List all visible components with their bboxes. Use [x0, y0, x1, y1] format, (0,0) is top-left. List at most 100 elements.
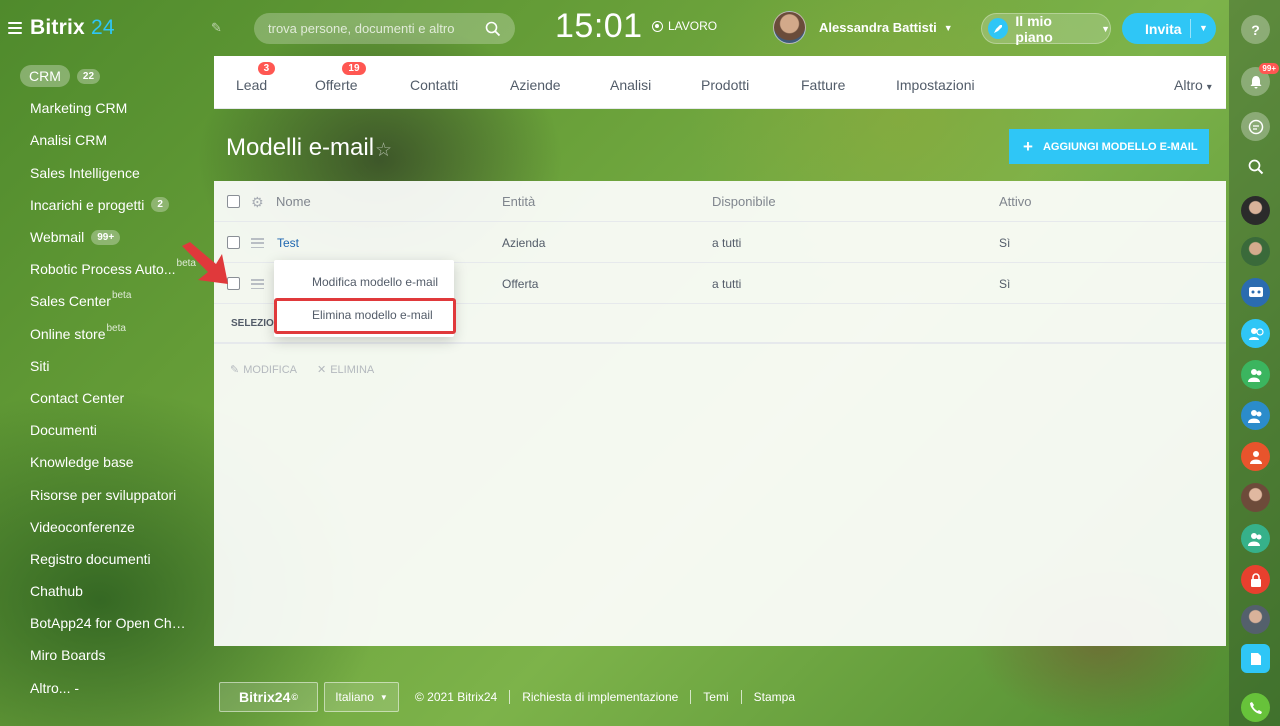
table-row[interactable]: Test Azienda a tutti Sì — [214, 222, 1226, 263]
entity-cell: Azienda — [502, 236, 546, 250]
sidebar-item[interactable]: Sales Center beta — [0, 285, 210, 317]
sidebar-item[interactable]: Marketing CRM — [0, 92, 210, 124]
delete-template-menu-item[interactable]: Elimina modello e-mail — [274, 300, 454, 330]
sidebar-item[interactable]: Sales Intelligence — [0, 157, 210, 189]
tab-item[interactable]: Contatti — [410, 77, 458, 93]
copyright-text: © 2021 Bitrix24 — [415, 690, 498, 704]
hamburger-icon[interactable] — [8, 22, 22, 34]
phone-icon[interactable] — [1241, 693, 1270, 722]
user-clock-icon[interactable] — [1241, 319, 1270, 348]
tab-item[interactable]: Prodotti — [701, 77, 749, 93]
clock[interactable]: 15:01 — [555, 7, 643, 46]
group-icon[interactable] — [1241, 401, 1270, 430]
sidebar-item[interactable]: Miro Boards — [0, 639, 210, 671]
add-email-template-button[interactable]: + AGGIUNGI MODELLO E-MAIL — [1009, 129, 1209, 164]
chevron-down-icon: ▼ — [943, 22, 953, 33]
help-icon[interactable]: ? — [1241, 15, 1270, 44]
user-icon[interactable] — [1241, 442, 1270, 471]
sidebar-item[interactable]: Registro documenti — [0, 543, 210, 575]
counter-badge: 22 — [76, 68, 101, 84]
column-entity[interactable]: Entità — [502, 194, 535, 209]
sidebar-item[interactable]: Siti — [0, 350, 210, 382]
edit-action-label: MODIFICA — [243, 363, 297, 376]
avatar[interactable] — [1241, 237, 1270, 266]
search-box[interactable] — [254, 13, 515, 44]
avatar[interactable] — [1241, 605, 1270, 634]
avatar[interactable] — [1241, 483, 1270, 512]
brand-logo[interactable]: Bitrix 24 — [30, 16, 115, 40]
file-icon[interactable] — [1241, 644, 1270, 673]
sidebar-item[interactable]: Documenti — [0, 414, 210, 446]
sidebar-item[interactable]: Chathub — [0, 575, 210, 607]
tab-item[interactable]: Altro ▾ — [1174, 77, 1212, 93]
group-chat-icon[interactable] — [1241, 278, 1270, 307]
bell-icon[interactable]: 99+ — [1241, 63, 1279, 96]
divider — [1190, 19, 1191, 38]
gear-icon[interactable]: ⚙ — [251, 194, 264, 211]
tab-item[interactable]: Analisi — [610, 77, 651, 93]
tab-item[interactable]: Lead 3 — [236, 62, 276, 93]
divider — [740, 690, 742, 704]
column-active[interactable]: Attivo — [999, 194, 1032, 209]
chevron-down-icon: ▼ — [1101, 23, 1110, 34]
sidebar-item-label: Analisi CRM — [30, 132, 108, 149]
chevron-down-icon[interactable]: ▼ — [1199, 23, 1208, 33]
themes-link[interactable]: Temi — [703, 690, 728, 704]
search-input[interactable] — [268, 21, 485, 36]
template-name-link[interactable]: Test — [277, 236, 299, 250]
sidebar-item[interactable]: Incarichi e progetti 2 — [0, 189, 210, 221]
tab-item[interactable]: Aziende — [510, 77, 561, 93]
print-link[interactable]: Stampa — [754, 690, 795, 704]
search-icon[interactable] — [1241, 152, 1270, 181]
edit-action[interactable]: ✎ MODIFICA — [230, 363, 297, 377]
tab-item[interactable]: Offerte 19 — [315, 62, 366, 93]
sidebar-item[interactable]: Altro... - — [0, 672, 210, 704]
sidebar-item[interactable]: CRM 22 — [0, 60, 210, 92]
group-icon[interactable] — [1241, 360, 1270, 389]
sidebar-item[interactable]: Online store beta — [0, 318, 210, 350]
tab-item[interactable]: Impostazioni — [896, 77, 975, 93]
edit-template-menu-item[interactable]: Modifica modello e-mail — [274, 267, 454, 297]
bitrix24-label: Bitrix24 — [239, 689, 291, 705]
column-available[interactable]: Disponibile — [712, 194, 776, 209]
sidebar-item[interactable]: Robotic Process Auto... beta — [0, 253, 210, 285]
avatar[interactable] — [1241, 196, 1270, 225]
bitrix24-button[interactable]: Bitrix24 © — [219, 682, 318, 712]
group-icon[interactable] — [1241, 524, 1270, 553]
divider — [509, 690, 511, 704]
lock-icon[interactable] — [1241, 565, 1270, 594]
column-name[interactable]: Nome — [276, 194, 311, 209]
sidebar-item-label: CRM — [20, 65, 70, 88]
row-menu-icon[interactable] — [251, 279, 264, 289]
search-icon[interactable] — [485, 21, 501, 37]
select-all-checkbox[interactable] — [227, 195, 240, 208]
work-status[interactable]: LAVORO — [652, 19, 717, 33]
counter-badge: 2 — [151, 197, 169, 213]
sidebar-item[interactable]: BotApp24 for Open Cha... — [0, 607, 210, 639]
implementation-link[interactable]: Richiesta di implementazione — [522, 690, 678, 704]
star-icon[interactable]: ☆ — [375, 139, 392, 162]
row-menu-icon[interactable] — [251, 238, 264, 248]
tab-label: Aziende — [510, 77, 561, 93]
tab-label: Prodotti — [701, 77, 750, 93]
sidebar-item[interactable]: Contact Center — [0, 382, 210, 414]
language-select[interactable]: Italiano ▼ — [324, 682, 399, 712]
active-cell: Sì — [999, 236, 1011, 250]
user-menu[interactable]: Alessandra Battisti ▼ — [773, 11, 953, 44]
crm-tabs: Lead 3 Offerte 19 Contatti Aziende Analisi Prod… — [214, 56, 1226, 109]
invite-button[interactable]: Invita ▼ — [1122, 13, 1216, 44]
sidebar-item[interactable]: Risorse per sviluppatori — [0, 478, 210, 510]
sidebar-item-label: Online store — [30, 325, 106, 342]
chat-icon[interactable] — [1241, 112, 1270, 141]
delete-action[interactable]: ✕ ELIMINA — [317, 363, 374, 377]
my-plan-button[interactable]: Il mio piano ▼ — [981, 13, 1111, 45]
sidebar-item[interactable]: Knowledge base — [0, 446, 210, 478]
row-checkbox[interactable] — [227, 236, 240, 249]
sidebar-item[interactable]: Videoconferenze — [0, 511, 210, 543]
pencil-icon[interactable]: ✎ — [211, 20, 225, 35]
sidebar-item[interactable]: Analisi CRM — [0, 124, 210, 156]
chevron-down-icon: ▼ — [379, 692, 388, 702]
row-checkbox[interactable] — [227, 277, 240, 290]
tab-item[interactable]: Fatture — [801, 77, 845, 93]
sidebar-item[interactable]: Webmail 99+ — [0, 221, 210, 253]
